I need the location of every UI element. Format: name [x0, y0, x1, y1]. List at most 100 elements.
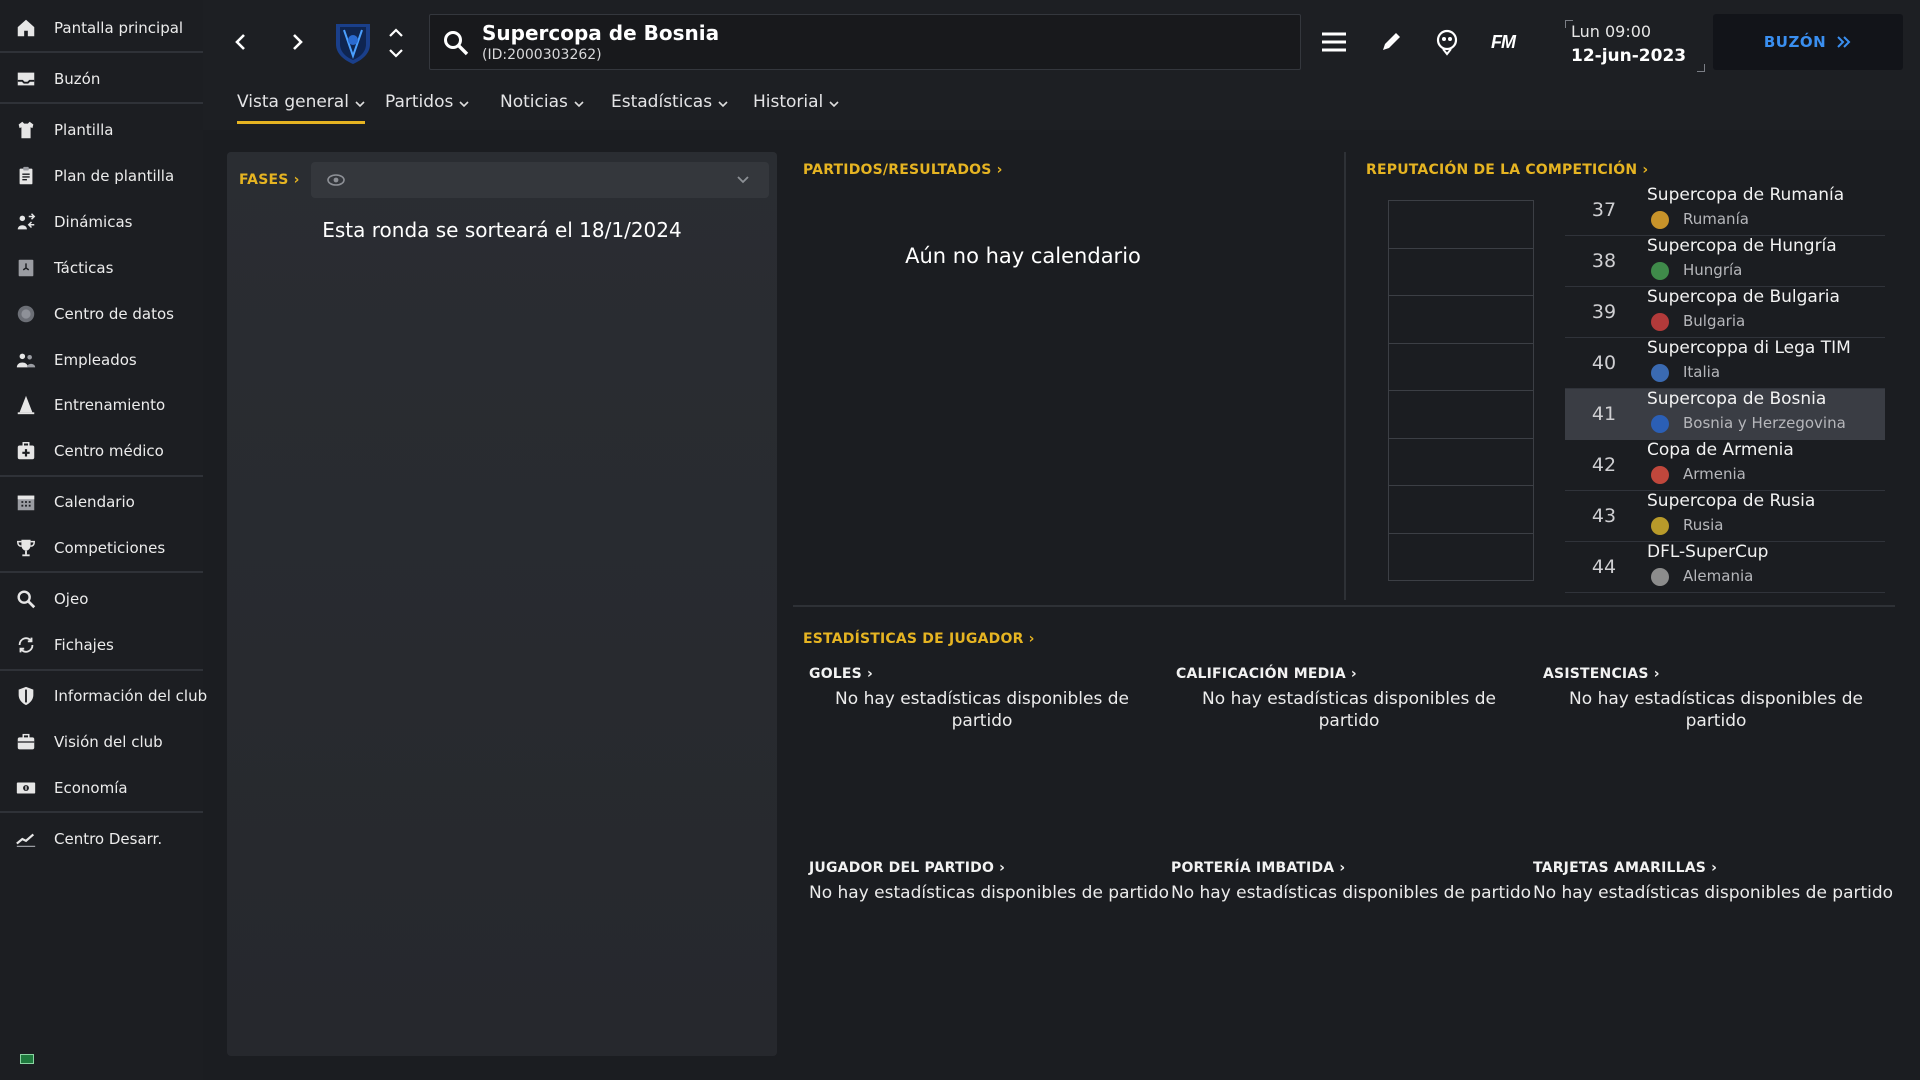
- sidebar-item-label: Buzón: [54, 70, 101, 88]
- tab-label: Estadísticas: [611, 92, 713, 112]
- sidebar-item-finances[interactable]: Economía: [0, 766, 203, 810]
- yellow-cards-heading-link[interactable]: TARJETAS AMARILLAS ›: [1533, 860, 1883, 876]
- country-flag-icon: [1651, 262, 1669, 280]
- average-rating-heading-link[interactable]: CALIFICACIÓN MEDIA ›: [1176, 666, 1522, 682]
- sidebar-item-medical[interactable]: Centro médico: [0, 429, 203, 473]
- matches-heading-link[interactable]: PARTIDOS/RESULTADOS ›: [803, 162, 1003, 178]
- stat-title: GOLES: [809, 666, 862, 682]
- sidebar-item-transfers[interactable]: Fichajes: [0, 623, 203, 667]
- draw-date-note: Esta ronda se sorteará el 18/1/2024: [322, 218, 682, 242]
- reputation-row[interactable]: 40 Supercoppa di Lega TIM Italia: [1565, 338, 1885, 389]
- calendar-icon: [14, 490, 38, 514]
- competition-switch-stepper[interactable]: [385, 24, 407, 62]
- assists-heading-link[interactable]: ASISTENCIAS ›: [1543, 666, 1889, 682]
- country-flag-icon: [1651, 568, 1669, 586]
- tab-label: Noticias: [500, 92, 568, 112]
- stat-title: TARJETAS AMARILLAS: [1533, 860, 1707, 876]
- transfers-icon: [14, 633, 38, 657]
- country-name: Rumanía: [1683, 210, 1749, 228]
- magnifier-icon: [14, 587, 38, 611]
- column-divider: [1344, 152, 1346, 600]
- money-icon: [14, 776, 38, 800]
- tab-label: Historial: [753, 92, 824, 112]
- sidebar-item-club-info[interactable]: Información del club: [0, 674, 207, 718]
- game-day-time: Lun 09:00: [1571, 22, 1652, 41]
- edit-button[interactable]: [1373, 24, 1409, 60]
- competition-name: Copa de Armenia: [1647, 440, 1794, 460]
- sidebar-item-squad[interactable]: Plantilla: [0, 108, 203, 152]
- sidebar-item-development-centre[interactable]: Centro Desarr.: [0, 817, 203, 861]
- game-date-value: 12-jun-2023: [1571, 46, 1687, 66]
- no-fixtures-message: Aún no hay calendario: [905, 244, 1141, 268]
- country-name: Bosnia y Herzegovina: [1683, 414, 1846, 432]
- sidebar-item-label: Plantilla: [54, 121, 114, 139]
- competition-logo[interactable]: [330, 20, 376, 66]
- stat-block-average-rating: CALIFICACIÓN MEDIA › No hay estadísticas…: [1176, 666, 1522, 732]
- reputation-row[interactable]: 41 Supercopa de Bosnia Bosnia y Herzegovin…: [1565, 389, 1885, 440]
- reputation-bar-chart: [1388, 200, 1534, 581]
- clean-sheets-heading-link[interactable]: PORTERÍA IMBATIDA ›: [1171, 860, 1521, 876]
- reputation-bar-slot: [1389, 534, 1533, 582]
- sidebar-item-tactics[interactable]: Tácticas: [0, 246, 203, 290]
- stages-heading-link[interactable]: FASES ›: [239, 172, 300, 188]
- reputation-bar-slot: [1389, 296, 1533, 344]
- reputation-bar-slot: [1389, 344, 1533, 391]
- stat-title: CALIFICACIÓN MEDIA: [1176, 666, 1346, 682]
- development-chart-icon: [14, 827, 38, 851]
- tab-news[interactable]: Noticias: [500, 92, 584, 124]
- stat-block-goals: GOLES › No hay estadísticas disponibles …: [809, 666, 1155, 732]
- reputation-row[interactable]: 42 Copa de Armenia Armenia: [1565, 440, 1885, 491]
- briefcase-icon: [14, 730, 38, 754]
- country-flag-icon: [1651, 313, 1669, 331]
- sidebar-item-label: Pantalla principal: [54, 19, 184, 37]
- reputation-row[interactable]: 43 Supercopa de Rusia Rusia: [1565, 491, 1885, 542]
- player-of-match-heading-link[interactable]: JUGADOR DEL PARTIDO ›: [809, 860, 1159, 876]
- reputation-row[interactable]: 38 Supercopa de Hungría Hungría: [1565, 236, 1885, 287]
- assistant-button[interactable]: [1429, 24, 1465, 60]
- back-button[interactable]: [223, 22, 259, 62]
- reputation-heading-link[interactable]: REPUTACIÓN DE LA COMPETICIÓN ›: [1366, 162, 1648, 178]
- sidebar-item-label: Ojeo: [54, 590, 89, 608]
- stat-title: JUGADOR DEL PARTIDO: [809, 860, 995, 876]
- sidebar-item-competitions[interactable]: Competiciones: [0, 526, 203, 570]
- search-field[interactable]: Supercopa de Bosnia (ID:2000303262): [429, 14, 1301, 70]
- reputation-row[interactable]: 37 Supercopa de Rumanía Rumanía: [1565, 185, 1885, 236]
- sidebar-divider: [0, 51, 203, 53]
- reputation-row[interactable]: 39 Supercopa de Bulgaria Bulgaria: [1565, 287, 1885, 338]
- sidebar-item-label: Visión del club: [54, 733, 163, 751]
- sidebar-item-label: Entrenamiento: [54, 396, 166, 414]
- tab-history[interactable]: Historial: [753, 92, 839, 124]
- competition-name: Supercopa de Bosnia: [1647, 389, 1827, 409]
- tab-overview[interactable]: Vista general: [237, 92, 365, 124]
- sidebar-item-home[interactable]: Pantalla principal: [0, 6, 203, 50]
- sidebar-item-scouting[interactable]: Ojeo: [0, 577, 203, 621]
- inbox-continue-button[interactable]: BUZÓN: [1713, 14, 1903, 70]
- sidebar-item-label: Información del club: [54, 687, 208, 705]
- sidebar-item-club-vision[interactable]: Visión del club: [0, 720, 203, 764]
- player-stats-heading-link[interactable]: ESTADÍSTICAS DE JUGADOR ›: [803, 631, 1035, 647]
- reputation-rank: 38: [1591, 250, 1617, 272]
- fm-button[interactable]: FM: [1485, 24, 1521, 60]
- goals-heading-link[interactable]: GOLES ›: [809, 666, 1155, 682]
- sidebar-item-squad-plan[interactable]: Plan de plantilla: [0, 154, 203, 198]
- forward-button[interactable]: [279, 22, 315, 62]
- sidebar-item-data-hub[interactable]: Centro de datos: [0, 292, 203, 336]
- tab-statistics[interactable]: Estadísticas: [611, 92, 728, 124]
- matches-heading: PARTIDOS/RESULTADOS: [803, 162, 992, 178]
- game-date[interactable]: Lun 09:00 12-jun-2023: [1565, 20, 1705, 72]
- sidebar-item-calendar[interactable]: Calendario: [0, 480, 203, 524]
- search-subtitle: (ID:2000303262): [482, 47, 602, 63]
- stage-select[interactable]: [311, 162, 769, 198]
- stat-empty-message: No hay estadísticas disponibles de parti…: [1569, 689, 1863, 731]
- clipboard-icon: [14, 164, 38, 188]
- reputation-rank: 40: [1591, 352, 1617, 374]
- sidebar-item-staff[interactable]: Empleados: [0, 338, 203, 382]
- menu-button[interactable]: [1316, 24, 1352, 60]
- reputation-row[interactable]: 44 DFL-SuperCup Alemania: [1565, 542, 1885, 593]
- sidebar-item-dynamics[interactable]: Dinámicas: [0, 200, 203, 244]
- tab-matches[interactable]: Partidos: [385, 92, 469, 124]
- sidebar-divider: [0, 669, 203, 671]
- sidebar-item-inbox[interactable]: Buzón: [0, 57, 203, 101]
- competition-crest-icon: [336, 24, 370, 64]
- sidebar-item-training[interactable]: Entrenamiento: [0, 383, 203, 427]
